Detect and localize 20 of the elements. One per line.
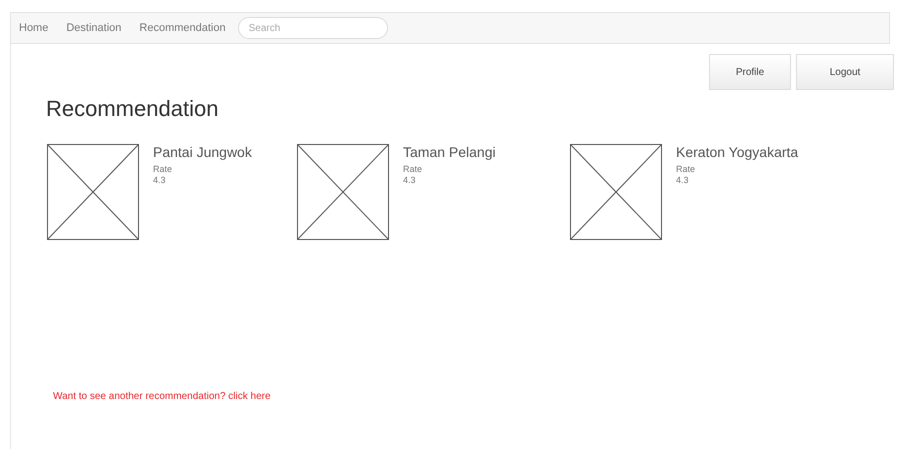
- rate-value: 4.3: [153, 175, 167, 185]
- destination-title[interactable]: Keraton Yogyakarta: [676, 144, 798, 160]
- search-field[interactable]: Search: [238, 17, 388, 39]
- rate-label: Rate: [403, 164, 424, 174]
- nav-link[interactable]: Destination: [66, 22, 122, 34]
- rate-label: Rate: [676, 164, 696, 174]
- rate-value: 4.3: [676, 175, 690, 185]
- page-heading: Recommendation: [46, 96, 220, 122]
- destination-title[interactable]: Taman Pelangi: [403, 144, 496, 160]
- profile-button[interactable]: Profile: [709, 54, 791, 90]
- nav-link[interactable]: Home: [19, 22, 48, 34]
- nav-link[interactable]: Recommendation: [139, 22, 226, 34]
- rate-label: Rate: [153, 164, 174, 174]
- logout-button[interactable]: Logout: [796, 54, 894, 90]
- more-recommendations-link[interactable]: Want to see another recommendation? click here: [53, 391, 271, 402]
- image-placeholder-icon: [570, 144, 662, 240]
- image-placeholder-icon: [47, 144, 139, 240]
- destination-title[interactable]: Pantai Jungwok: [153, 144, 252, 160]
- image-placeholder-icon: [297, 144, 389, 240]
- rate-value: 4.3: [403, 175, 417, 185]
